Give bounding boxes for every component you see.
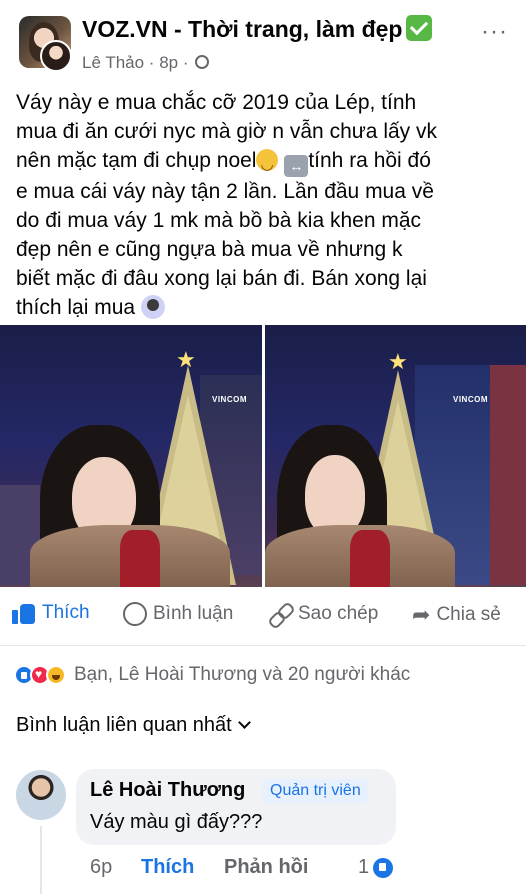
comment-like-button[interactable]: Thích: [141, 856, 194, 879]
comment-like-count[interactable]: 1: [358, 856, 394, 879]
post-text-line: nên mặc tạm đi chụp noel ↔tính ra hồi đó: [16, 146, 521, 179]
meta-separator: ·: [144, 53, 160, 72]
comment-bubble[interactable]: Lê Hoài Thương Quản trị viên Váy màu gì …: [76, 769, 396, 845]
comment-like-count-text: 1: [358, 856, 370, 878]
post-text-line: biết mặc đi đâu xong lại bán đi. Bán xon…: [16, 267, 427, 290]
post-text-fragment: tính ra hồi đó: [308, 149, 431, 172]
post-meta: Lê Thảo · 8p ·: [82, 53, 210, 73]
reaction-summary[interactable]: Bạn, Lê Hoài Thương và 20 người khác: [14, 664, 410, 686]
share-arrow-icon: ➦: [412, 602, 431, 627]
like-button[interactable]: Thích: [12, 602, 90, 624]
post-time[interactable]: 8p: [159, 53, 178, 72]
like-reaction-icon: [373, 857, 394, 878]
share-button[interactable]: ➦ Chia sẻ: [412, 602, 501, 628]
post-text: Váy này e mua chắc cỡ 2019 của Lép, tính…: [16, 88, 521, 322]
star-icon: ★: [176, 347, 196, 372]
post-photo-1[interactable]: VINCOM ★: [0, 325, 262, 587]
person-shrugging-emoji-icon: [140, 295, 165, 319]
admin-badge: Quản trị viên: [263, 779, 368, 803]
post-action-bar: Thích Bình luận Sao chép ➦ Chia sẻ: [0, 598, 526, 636]
comment-bubble-icon: [123, 602, 147, 626]
reaction-summary-text: Bạn, Lê Hoài Thương và 20 người khác: [74, 664, 411, 685]
post-text-line: đẹp nên e cũng ngựa bà mua về nhưng k: [16, 238, 403, 261]
meta-separator-2: ·: [178, 53, 194, 72]
photo-sign: VINCOM: [453, 395, 488, 404]
comment-label: Bình luận: [153, 603, 234, 624]
globe-icon: [195, 55, 210, 69]
star-icon: ★: [388, 349, 408, 374]
post-photo-2[interactable]: VINCOM ★: [265, 325, 526, 587]
left-right-arrow-emoji-icon: ↔: [284, 155, 309, 177]
more-options-icon[interactable]: ···: [481, 18, 508, 46]
thumbs-up-icon: [12, 602, 36, 624]
post-header: VOZ.VN - Thời trang, làm đẹp Lê Thảo · 8…: [0, 0, 526, 80]
post-text-line: Váy này e mua chắc cỡ 2019 của Lép, tính: [16, 91, 417, 114]
group-name-text[interactable]: VOZ.VN - Thời trang, làm đẹp: [82, 16, 402, 42]
comment-button[interactable]: Bình luận: [123, 602, 233, 626]
check-mark-icon: [406, 15, 433, 41]
group-name[interactable]: VOZ.VN - Thời trang, làm đẹp: [82, 15, 433, 43]
post-text-fragment: nên mặc tạm đi chụp noel: [16, 149, 257, 172]
photo-person-dress: [120, 530, 160, 587]
post-text-fragment: thích lại mua: [16, 296, 136, 319]
chevron-down-icon: [237, 716, 251, 729]
comment-text: Váy màu gì đấy???: [90, 811, 263, 833]
comment-sort-dropdown[interactable]: Bình luận liên quan nhất: [16, 714, 251, 737]
photo-person-dress: [350, 530, 390, 587]
share-label: Chia sẻ: [436, 604, 501, 625]
like-label: Thích: [42, 602, 90, 623]
thread-line: [40, 826, 42, 894]
post-text-line: do đi mua váy 1 mk mà bồ bà kia khen mặc: [16, 209, 422, 232]
smile-emoji-icon: [256, 149, 279, 179]
haha-reaction-icon: [46, 665, 66, 685]
link-icon: [268, 602, 292, 626]
commenter-name[interactable]: Lê Hoài Thương: [90, 779, 245, 802]
post-text-line: e mua cái váy này tận 2 lần. Lần đầu mua…: [16, 180, 434, 203]
divider: [0, 645, 526, 646]
author-name[interactable]: Lê Thảo: [82, 53, 144, 72]
photo-building: [490, 365, 526, 585]
commenter-avatar[interactable]: [16, 770, 66, 820]
post-text-line: thích lại mua: [16, 293, 521, 322]
author-avatar[interactable]: [40, 40, 72, 72]
comment-reply-button[interactable]: Phản hồi: [224, 856, 308, 879]
copy-label: Sao chép: [298, 603, 379, 624]
copy-button[interactable]: Sao chép: [268, 602, 378, 626]
comment-time[interactable]: 6p: [90, 856, 112, 879]
comment-sort-label: Bình luận liên quan nhất: [16, 714, 232, 736]
post-text-line: mua đi ăn cưới nyc mà giờ n vẫn chưa lấy…: [16, 120, 437, 143]
